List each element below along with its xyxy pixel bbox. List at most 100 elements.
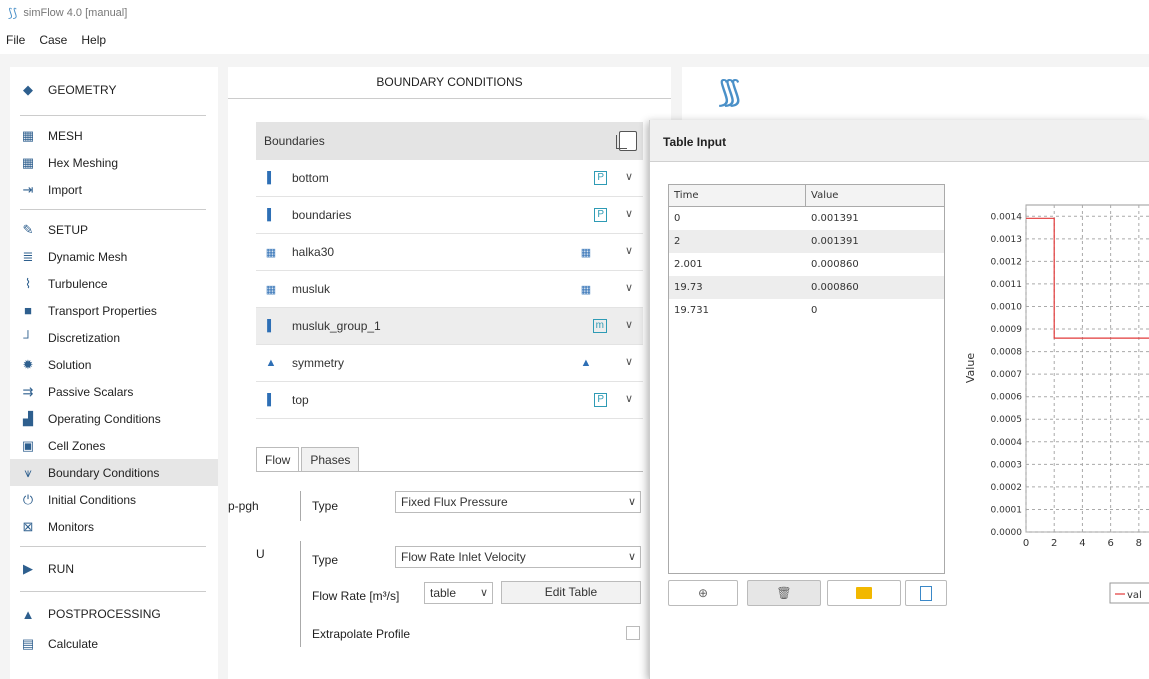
- table-cell[interactable]: 0.001391: [806, 207, 859, 230]
- sidebar-item-boundary-conditions[interactable]: ⩛ Boundary Conditions: [10, 459, 218, 486]
- sidebar-item-discretization[interactable]: ┘ Discretization: [10, 324, 218, 351]
- y-tick-label: 0.0007: [991, 370, 1023, 380]
- mesh-icon: ▦: [21, 127, 35, 143]
- symmetry-icon: ▲: [580, 357, 592, 369]
- column-header-time[interactable]: Time: [669, 185, 806, 206]
- sidebar-item-setup[interactable]: ✎ SETUP: [10, 216, 218, 243]
- sidebar-item-label: Calculate: [48, 636, 99, 651]
- table-row[interactable]: 19.73 0.000860: [669, 276, 944, 299]
- y-tick-label: 0.0005: [991, 415, 1023, 425]
- legend: val: [1109, 582, 1149, 604]
- tab-flow[interactable]: Flow: [256, 447, 300, 472]
- patch-type-badge: P: [594, 208, 607, 222]
- table-cell[interactable]: 0: [806, 299, 817, 322]
- table-row[interactable]: 19.731 0: [669, 299, 944, 322]
- chevron-down-icon[interactable]: ∨: [625, 207, 633, 220]
- sidebar-item-transport-properties[interactable]: ■ Transport Properties: [10, 297, 218, 324]
- boundaries-header: Boundaries: [256, 122, 643, 160]
- table-cell[interactable]: 19.731: [669, 299, 806, 322]
- table-cell[interactable]: 0.000860: [806, 253, 859, 276]
- delete-row-button[interactable]: 🗑: [747, 580, 821, 606]
- sidebar-item-dynamic-mesh[interactable]: ≣ Dynamic Mesh: [10, 243, 218, 270]
- sidebar-item-initial-conditions[interactable]: ⏻ Initial Conditions: [10, 486, 218, 513]
- menu-bar: File Case Help: [0, 26, 1149, 54]
- table-row[interactable]: 0 0.001391: [669, 207, 944, 230]
- chevron-down-icon[interactable]: ∨: [625, 318, 633, 331]
- truck-icon: ■: [24, 303, 32, 318]
- y-tick-label: 0.0004: [991, 438, 1023, 448]
- table-cell[interactable]: 0.001391: [806, 230, 859, 253]
- boundary-name: halka30: [292, 245, 335, 259]
- sidebar-item-solution[interactable]: ✹ Solution: [10, 351, 218, 378]
- table-row[interactable]: 2 0.001391: [669, 230, 944, 253]
- boundary-row-musluk-group-1[interactable]: ▌ musluk_group_1 m ∨: [256, 308, 643, 345]
- sidebar-item-import[interactable]: ⇥ Import: [10, 176, 218, 203]
- wrench-icon: ✎: [22, 221, 34, 237]
- menu-help[interactable]: Help: [81, 33, 106, 47]
- chevron-down-icon[interactable]: ∨: [625, 281, 633, 294]
- dynamic-mesh-icon: ≣: [22, 248, 34, 264]
- boundary-row-bottom[interactable]: ▌ bottom P ∨: [256, 160, 643, 197]
- sidebar-item-label: Operating Conditions: [48, 411, 161, 426]
- calculator-icon: ▤: [21, 635, 35, 651]
- p-pgh-type-select[interactable]: Fixed Flux Pressure ∨: [395, 491, 641, 513]
- open-file-button[interactable]: [827, 580, 901, 606]
- sidebar-item-geometry[interactable]: ◆ GEOMETRY: [10, 71, 218, 109]
- folder-icon: [856, 587, 872, 599]
- table-input-dialog: Table Input Time Value 0 0.001391 2 0.00…: [649, 120, 1149, 679]
- tab-phases[interactable]: Phases: [301, 447, 360, 472]
- chevron-down-icon[interactable]: ∨: [625, 355, 633, 368]
- x-tick-labels: 0 2 4 6 8: [1023, 538, 1142, 549]
- sidebar-item-turbulence[interactable]: ⌇ Turbulence: [10, 270, 218, 297]
- chart-grid: [1025, 204, 1149, 533]
- cell-zones-icon: ▣: [21, 437, 35, 453]
- table-cell[interactable]: 2.001: [669, 253, 806, 276]
- sidebar-item-postprocessing[interactable]: ▲ POSTPROCESSING: [10, 598, 218, 630]
- y-tick-label: 0.0013: [991, 235, 1023, 245]
- boundary-row-top[interactable]: ▌ top P ∨: [256, 382, 643, 419]
- boundary-row-halka30[interactable]: ▦ halka30 ▦ ∨: [256, 234, 643, 271]
- sidebar-item-label: Import: [48, 182, 83, 197]
- value-chart: 0.0000 0.0001 0.0002 0.0003 0.0004 0.0005 0.00…: [960, 190, 1149, 620]
- sidebar-item-calculate[interactable]: ▤ Calculate: [10, 630, 218, 657]
- table-cell[interactable]: 19.73: [669, 276, 806, 299]
- menu-file[interactable]: File: [6, 33, 25, 47]
- menu-case[interactable]: Case: [39, 33, 67, 47]
- table-cell[interactable]: 0.000860: [806, 276, 859, 299]
- u-type-select[interactable]: Flow Rate Inlet Velocity ∨: [395, 546, 641, 568]
- chevron-down-icon: ∨: [479, 587, 488, 599]
- sidebar-item-operating-conditions[interactable]: ▟ Operating Conditions: [10, 405, 218, 432]
- add-row-button[interactable]: ⊕: [668, 580, 738, 606]
- table-cell[interactable]: 2: [669, 230, 806, 253]
- flow-rate-mode-select[interactable]: table ∨: [424, 582, 493, 604]
- table-input-grid: Time Value 0 0.001391 2 0.001391 2.001 0…: [668, 184, 945, 574]
- boundary-row-symmetry[interactable]: ▲ symmetry ▲ ∨: [256, 345, 643, 382]
- chevron-down-icon[interactable]: ∨: [625, 170, 633, 183]
- y-tick-label: 0.0002: [991, 483, 1023, 493]
- sidebar-item-label: Initial Conditions: [48, 492, 137, 507]
- sidebar-item-cell-zones[interactable]: ▣ Cell Zones: [10, 432, 218, 459]
- sidebar-item-hex-meshing[interactable]: ▦ Hex Meshing: [10, 149, 218, 176]
- boundary-row-musluk[interactable]: ▦ musluk ▦ ∨: [256, 271, 643, 308]
- extrapolate-checkbox[interactable]: [626, 626, 640, 640]
- boundary-name: bottom: [292, 171, 329, 185]
- edit-table-button[interactable]: Edit Table: [501, 581, 641, 604]
- boundary-name: musluk: [292, 282, 331, 296]
- sidebar-item-label: Boundary Conditions: [48, 465, 160, 480]
- chevron-down-icon[interactable]: ∨: [625, 244, 633, 257]
- sidebar-item-mesh[interactable]: ▦ MESH: [10, 122, 218, 149]
- sidebar-item-run[interactable]: ▶ RUN: [10, 553, 218, 585]
- preview-button[interactable]: [905, 580, 947, 606]
- sidebar-item-monitors[interactable]: ⊠ Monitors: [10, 513, 218, 540]
- divider: [20, 115, 206, 116]
- chevron-down-icon[interactable]: ∨: [625, 392, 633, 405]
- copy-icon[interactable]: [616, 131, 637, 151]
- y-tick-label: 0.0003: [991, 460, 1023, 470]
- discretization-icon: ┘: [23, 330, 33, 345]
- boundary-row-boundaries[interactable]: ▌ boundaries P ∨: [256, 197, 643, 234]
- patch-icon: ▌: [267, 209, 275, 221]
- column-header-value[interactable]: Value: [806, 185, 838, 206]
- table-cell[interactable]: 0: [669, 207, 806, 230]
- table-row[interactable]: 2.001 0.000860: [669, 253, 944, 276]
- sidebar-item-passive-scalars[interactable]: ⇉ Passive Scalars: [10, 378, 218, 405]
